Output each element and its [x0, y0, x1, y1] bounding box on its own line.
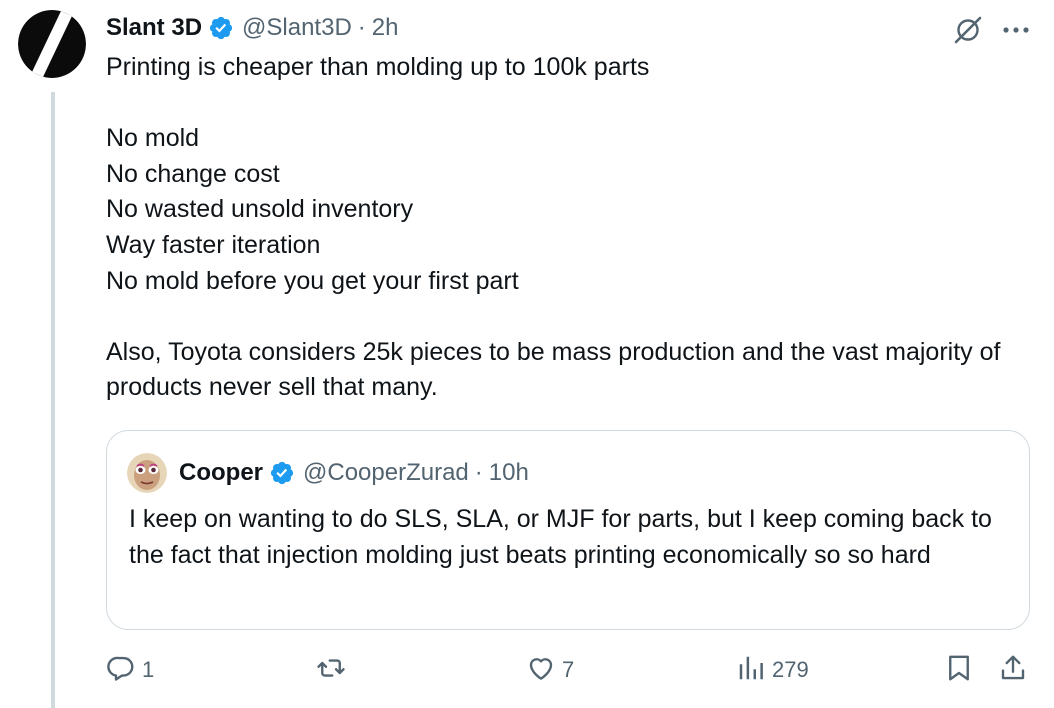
quote-header: Cooper @CooperZurad · 10h: [179, 455, 529, 491]
grok-icon[interactable]: [952, 14, 984, 46]
quote-author-name[interactable]: Cooper: [179, 459, 263, 487]
like-button[interactable]: 7: [526, 650, 574, 690]
share-icon: [998, 653, 1028, 688]
bookmark-button[interactable]: [944, 650, 974, 690]
action-bar: 1 7 279: [0, 650, 1054, 690]
bookmark-icon: [944, 653, 974, 688]
views-count: 279: [772, 657, 809, 682]
author-handle[interactable]: @Slant3D: [242, 14, 352, 42]
quote-avatar[interactable]: [127, 453, 167, 493]
thread-line: [51, 92, 55, 708]
avatar[interactable]: [18, 10, 86, 78]
reply-count: 1: [142, 657, 155, 682]
quote-text: I keep on wanting to do SLS, SLA, or MJF…: [129, 505, 992, 569]
reply-icon: [106, 653, 136, 688]
share-button[interactable]: [998, 650, 1028, 690]
quoted-tweet[interactable]: Cooper @CooperZurad · 10h I keep on want…: [106, 430, 1030, 630]
reply-button[interactable]: 1: [106, 650, 154, 690]
author-name[interactable]: Slant 3D: [106, 14, 202, 42]
tweet-text: Printing is cheaper than molding up to 1…: [106, 53, 1001, 402]
quote-time[interactable]: 10h: [489, 459, 529, 487]
views-button[interactable]: 279: [736, 650, 809, 690]
quote-author-handle[interactable]: @CooperZurad: [303, 459, 469, 487]
verified-badge-icon: [208, 15, 234, 41]
tweet-header: Slant 3D @Slant3D · 2h: [106, 12, 398, 44]
tweet-time[interactable]: 2h: [372, 14, 399, 42]
views-icon: [736, 653, 766, 688]
repost-button[interactable]: [316, 650, 352, 690]
quote-separator: ·: [474, 459, 483, 486]
more-icon[interactable]: [1000, 18, 1032, 42]
like-icon: [526, 653, 556, 688]
quote-verified-badge-icon: [269, 460, 295, 486]
repost-icon: [316, 653, 346, 688]
separator: ·: [357, 14, 366, 41]
like-count: 7: [562, 657, 575, 682]
